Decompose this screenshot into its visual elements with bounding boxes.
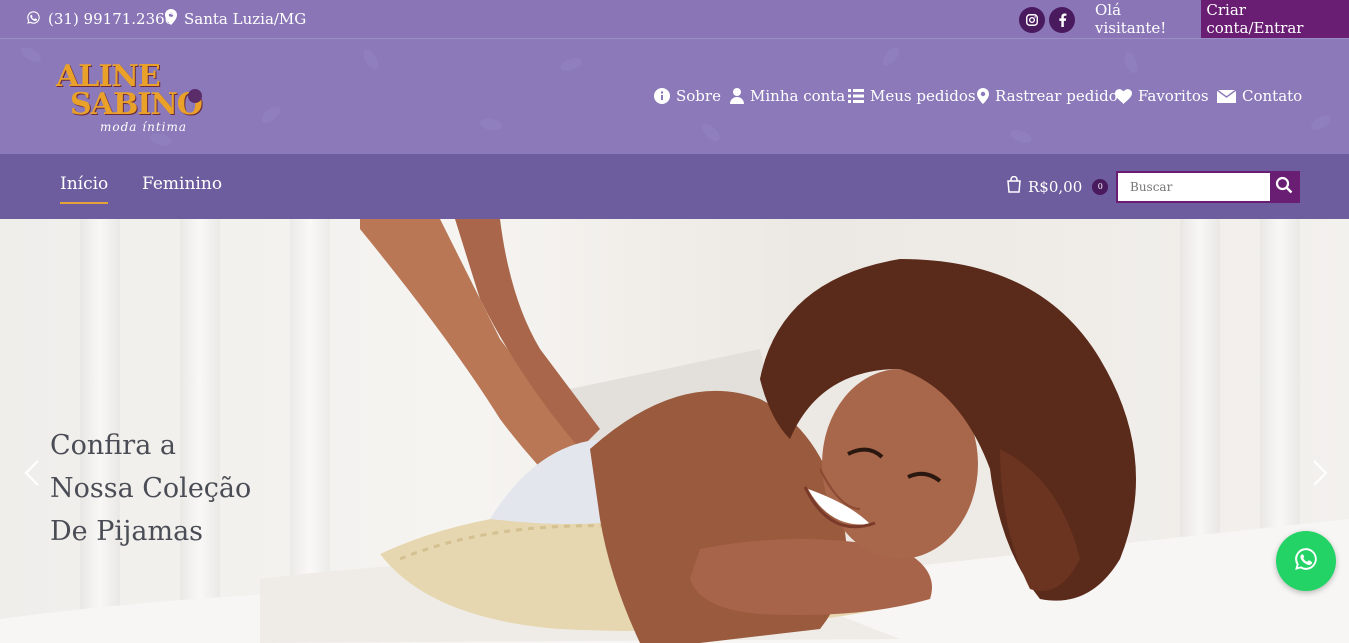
nav-rastrear-pedido-label: Rastrear pedido	[995, 87, 1118, 105]
pattern-leaf	[558, 55, 584, 74]
site-header: ALINE SABINO moda íntima Sobre Minha con…	[0, 38, 1349, 154]
instagram-icon[interactable]	[1019, 7, 1045, 33]
pattern-leaf	[18, 44, 44, 65]
nav-minha-conta[interactable]: Minha conta	[730, 77, 845, 115]
pattern-leaf	[1308, 112, 1334, 133]
nav-sobre-label: Sobre	[676, 87, 721, 105]
whatsapp-icon	[26, 10, 41, 29]
brand-logo[interactable]: ALINE SABINO moda íntima	[56, 59, 216, 137]
user-icon	[730, 88, 744, 104]
pattern-leaf	[479, 117, 503, 132]
hero-headline-line-1: Confira a	[50, 430, 176, 461]
info-icon	[654, 88, 670, 104]
chevron-right-icon	[1310, 460, 1330, 491]
nav-contato[interactable]: Contato	[1217, 77, 1302, 115]
slider-next-button[interactable]	[1310, 459, 1330, 487]
list-icon	[848, 89, 864, 103]
logo-tagline: moda íntima	[100, 120, 188, 134]
pattern-leaf	[360, 47, 382, 72]
logo-line-2: SABINO	[70, 87, 203, 122]
hero-headline-line-2: Nossa Coleção	[50, 473, 252, 504]
pattern-leaf	[879, 44, 903, 69]
account-area: Olá visitante! Criar conta/Entrar	[1095, 0, 1349, 38]
location-info: Santa Luzia/MG	[165, 0, 306, 38]
nav-minha-conta-label: Minha conta	[750, 87, 846, 105]
greeting-text: Olá visitante!	[1095, 1, 1167, 37]
search-icon	[1275, 176, 1293, 198]
map-pin-icon	[977, 88, 989, 104]
nav-sobre[interactable]: Sobre	[654, 77, 721, 115]
create-account-login-link[interactable]: Criar conta/Entrar	[1201, 0, 1349, 38]
phone-number: (31) 99171.2366	[48, 10, 175, 28]
nav-contato-label: Contato	[1242, 87, 1303, 105]
search-box	[1116, 171, 1300, 203]
envelope-icon	[1217, 89, 1236, 103]
hero-slider: Confira a Nossa Coleção De Pijamas	[0, 219, 1349, 643]
phone-contact[interactable]: (31) 99171.2366	[26, 0, 174, 38]
nav-meus-pedidos[interactable]: Meus pedidos	[848, 77, 976, 115]
pattern-leaf	[699, 120, 723, 145]
heart-icon	[1115, 88, 1132, 104]
cart-count-badge: 0	[1092, 178, 1109, 195]
pattern-leaf	[1008, 127, 1034, 146]
top-bar: (31) 99171.2366 Santa Luzia/MG Olá visit…	[0, 0, 1349, 38]
nav-rastrear-pedido[interactable]: Rastrear pedido	[977, 77, 1118, 115]
hero-headline: Confira a Nossa Coleção De Pijamas	[50, 424, 310, 553]
nav-favoritos[interactable]: Favoritos	[1115, 77, 1209, 115]
rose-icon	[188, 89, 202, 103]
search-input[interactable]	[1118, 173, 1270, 201]
nav-meus-pedidos-label: Meus pedidos	[870, 87, 976, 105]
cart-total: R$0,00	[1028, 177, 1083, 196]
whatsapp-icon	[1293, 546, 1319, 576]
hero-headline-line-3: De Pijamas	[50, 516, 204, 547]
search-button[interactable]	[1270, 173, 1298, 201]
pattern-leaf	[1122, 50, 1140, 75]
nav-favoritos-label: Favoritos	[1138, 87, 1209, 105]
slider-prev-button[interactable]	[22, 459, 42, 487]
pattern-leaf	[259, 103, 283, 126]
cart-summary[interactable]: R$0,00 0	[1006, 175, 1109, 197]
location-text: Santa Luzia/MG	[184, 10, 307, 28]
menu-inicio[interactable]: Início	[60, 174, 109, 204]
shopping-bag-icon	[1006, 175, 1022, 197]
whatsapp-chat-button[interactable]	[1276, 531, 1336, 591]
map-pin-icon	[165, 9, 177, 29]
facebook-icon[interactable]	[1049, 7, 1075, 33]
chevron-left-icon	[22, 460, 42, 491]
menu-feminino[interactable]: Feminino	[142, 174, 222, 194]
